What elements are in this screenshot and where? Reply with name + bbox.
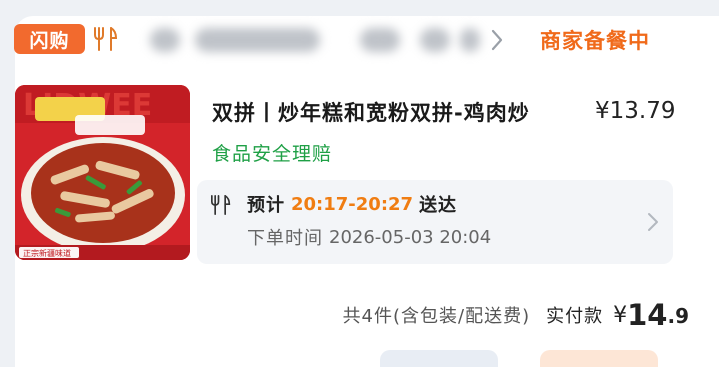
action-button-secondary[interactable] (380, 350, 498, 367)
item-count: 共4件(含包装/配送费) (342, 306, 531, 327)
paid-currency: ¥ (613, 302, 628, 328)
eta-suffix: 送达 (419, 195, 458, 216)
paid-amount-decimal: .9 (667, 304, 689, 328)
total-row: 共4件(含包装/配送费) 实付款 ¥ 14 .9 (343, 298, 689, 332)
product-price: ¥13.79 (595, 98, 676, 124)
food-illustration: LIDWEE 正宗新疆味道 (15, 85, 190, 260)
product-title[interactable]: 双拼丨炒年糕和宽粉双拼-鸡肉炒 (212, 97, 530, 127)
order-time-value: 2026-05-03 20:04 (329, 226, 492, 248)
eta-time: 20:17-20:27 (291, 193, 414, 215)
order-time-row: 下单时间 2026-05-03 20:04 (247, 224, 491, 250)
order-time-label: 下单时间 (247, 228, 323, 249)
top-strip (0, 0, 719, 16)
image-caption: 正宗新疆味道 (23, 248, 71, 258)
food-safety-tag[interactable]: 食品安全理赔 (212, 138, 332, 166)
eta-prefix: 预计 (247, 195, 285, 216)
paid-label: 实付款 (546, 306, 604, 327)
eta-row: 预计 20:17-20:27 送达 (247, 190, 457, 218)
shop-status: 商家备餐中 (540, 29, 650, 53)
product-image[interactable]: LIDWEE 正宗新疆味道 (15, 85, 190, 260)
chevron-right-icon[interactable] (490, 28, 504, 52)
action-button-primary[interactable] (540, 350, 658, 367)
paid-amount-integer: 14 (627, 298, 668, 332)
fork-knife-icon (94, 27, 118, 51)
flash-badge: 闪购 (14, 24, 85, 54)
delivery-info-box[interactable]: 预计 20:17-20:27 送达 下单时间 2026-05-03 20:04 (197, 180, 673, 264)
chevron-right-icon[interactable] (647, 212, 659, 232)
fork-knife-icon (211, 194, 231, 215)
